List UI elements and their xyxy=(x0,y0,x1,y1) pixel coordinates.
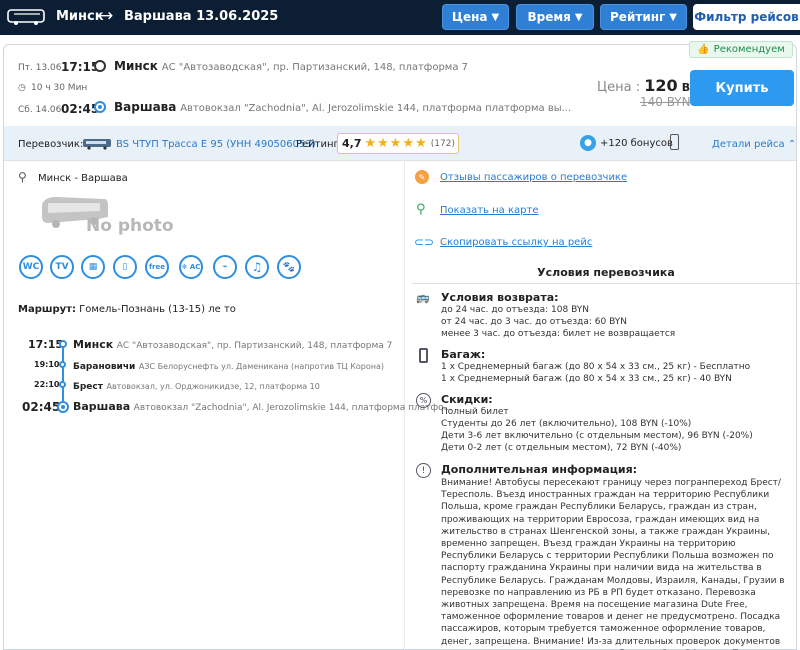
amenity-wc-icon: WC xyxy=(19,255,43,279)
stop-item: Брест Автовокзал, ул. Орджоникидзе, 12, … xyxy=(73,382,320,392)
bus-logo-icon xyxy=(7,9,45,25)
route-name: Минск - Варшава xyxy=(38,173,128,184)
arrival-date: Сб. 14.06 xyxy=(18,105,62,115)
location-pin-icon: ⚲ xyxy=(18,170,27,184)
carrier-conditions-title: Условия перевозчика xyxy=(412,266,800,284)
buy-button[interactable]: Купить xyxy=(690,70,794,106)
stop-time: 19:10 xyxy=(34,360,60,369)
stop-item: Варшава Автовокзал "Zachodnia", Al. Jero… xyxy=(73,400,453,413)
bonus-text: +120 бонусов xyxy=(600,138,673,149)
trip-filter-button[interactable]: Фильтр рейсов xyxy=(693,4,800,30)
clock-icon: ◷ xyxy=(18,83,26,93)
route-to-date: Варшава 13.06.2025 xyxy=(124,9,279,24)
amenity-wifi-icon: free xyxy=(145,255,169,279)
discount-line: Студенты до 26 лет (включительно), 108 B… xyxy=(441,419,692,429)
return-line: от 24 час. до 3 час. до отъезда: 60 BYN xyxy=(441,317,627,327)
luggage-icon xyxy=(419,348,428,363)
amenity-charger-icon: ⌁ xyxy=(213,255,237,279)
top-bar: Минск → Варшава 13.06.2025 Цена ▼ Время ▼ … xyxy=(0,0,800,35)
link-chain-icon: ⊂⊃ xyxy=(414,235,435,249)
filter-time-button[interactable]: Время ▼ xyxy=(516,4,594,30)
baggage-line: 1 х Среднемерный багаж (до 80 х 54 х 33 … xyxy=(441,362,751,372)
arrival-place: Автовокзал "Zachodnia", Al. Jerozolimski… xyxy=(180,103,572,114)
info-icon: ! xyxy=(416,463,431,478)
stop-time: 02:45 xyxy=(22,400,61,414)
divider xyxy=(4,160,796,161)
rating-label: Рейтинг: xyxy=(296,139,343,150)
amenity-ac-icon: ❄ AC xyxy=(179,255,203,279)
old-price: 140 BYN xyxy=(640,95,691,109)
carrier-reviews-link[interactable]: Отзывы пассажиров о перевозчике xyxy=(440,172,627,183)
stop-time: 17:15 xyxy=(28,338,64,351)
no-photo-text: No photo xyxy=(86,216,174,236)
arrival-city: Варшава xyxy=(114,100,177,114)
stop-marker-icon xyxy=(59,340,67,348)
price-value: 120 xyxy=(644,76,678,95)
trip-details-link[interactable]: Детали рейса ⌃ xyxy=(712,139,796,150)
rating-box: 4,7 ★★★★★ (172) xyxy=(337,133,459,154)
discount-line: Дети 3-6 лет включительно (с отдельным м… xyxy=(441,431,753,441)
amenity-seat-icon: ▦ xyxy=(81,255,105,279)
phone-icon xyxy=(670,134,679,150)
departure-place: АС "Автозаводская", пр. Партизанский, 14… xyxy=(161,62,469,73)
amenity-usb-icon: ▯ xyxy=(113,255,137,279)
review-count: (172) xyxy=(430,138,455,149)
carrier-name-link[interactable]: BS ЧТУП Трасса Е 95 (УНН 490506053) xyxy=(116,139,316,150)
discount-icon: % xyxy=(416,393,431,408)
route-info: Маршрут: Гомель-Познань (13-15) ле то xyxy=(18,304,236,315)
discount-line: Дети 0-2 лет (с отдельным местом), 72 BY… xyxy=(441,443,682,453)
departure-marker-icon xyxy=(94,60,106,72)
departure-line: Минск АС "Автозаводская", пр. Партизанск… xyxy=(114,59,468,73)
bonus-icon: ● xyxy=(580,135,596,151)
baggage-title: Багаж: xyxy=(441,348,486,361)
trip-duration: 10 ч 30 Мин xyxy=(31,83,88,93)
route-from: Минск xyxy=(56,9,104,24)
info-title: Дополнительная информация: xyxy=(441,463,638,476)
bus-icon xyxy=(83,139,111,150)
departure-city: Минск xyxy=(114,59,158,73)
copy-trip-link[interactable]: Скопировать ссылку на рейс xyxy=(440,237,592,248)
amenity-music-icon: ♫ xyxy=(245,255,269,279)
baggage-line: 1 х Среднемерный багаж (до 80 х 54 х 33 … xyxy=(441,374,732,384)
arrow-right-icon: → xyxy=(99,6,114,26)
return-line: до 24 час. до отъезда: 108 BYN xyxy=(441,305,590,315)
stop-item: Минск АС "Автозаводская", пр. Партизанск… xyxy=(73,338,393,351)
discount-line: Полный билет xyxy=(441,407,509,417)
return-line: менее 3 час. до отъезда: билет не возвра… xyxy=(441,329,676,339)
carrier-label: Перевозчик: xyxy=(18,139,84,150)
filter-price-button[interactable]: Цена ▼ xyxy=(442,4,509,30)
stop-time: 22:10 xyxy=(34,380,60,389)
arrival-marker-icon xyxy=(94,101,106,113)
rating-value: 4,7 xyxy=(342,137,362,150)
return-title: Условия возврата: xyxy=(441,291,559,304)
stop-marker-icon xyxy=(57,401,69,413)
bus-return-icon: 🚌 xyxy=(416,291,430,304)
route-timeline xyxy=(62,343,64,405)
rating-stars-icon: ★★★★★ xyxy=(364,136,428,151)
amenity-pets-icon: 🐾 xyxy=(277,255,301,279)
filter-rating-button[interactable]: Рейтинг ▼ xyxy=(600,4,687,30)
chevron-down-icon: ▼ xyxy=(491,11,500,23)
stop-marker-icon xyxy=(59,381,66,388)
arrival-line: Варшава Автовокзал "Zachodnia", Al. Jero… xyxy=(114,100,571,114)
recommended-badge: 👍 Рекомендуем xyxy=(689,41,793,58)
chevron-down-icon: ▼ xyxy=(574,11,583,23)
info-text: Внимание! Автобусы пересекают границу че… xyxy=(441,478,785,650)
amenity-tv-icon: TV xyxy=(50,255,74,279)
chevron-down-icon: ▼ xyxy=(669,11,677,23)
chevron-up-icon: ⌃ xyxy=(787,139,797,150)
thumbs-up-icon: 👍 xyxy=(697,44,710,55)
map-pin-icon: ⚲ xyxy=(416,202,426,217)
discount-title: Скидки: xyxy=(441,393,493,406)
show-on-map-link[interactable]: Показать на карте xyxy=(440,205,539,216)
stop-marker-icon xyxy=(59,361,66,368)
stop-item: Барановичи АЗС Белоруснефть ул. Даменика… xyxy=(73,362,385,372)
review-icon: ✎ xyxy=(415,170,429,184)
departure-date: Пт. 13.06 xyxy=(18,63,62,73)
